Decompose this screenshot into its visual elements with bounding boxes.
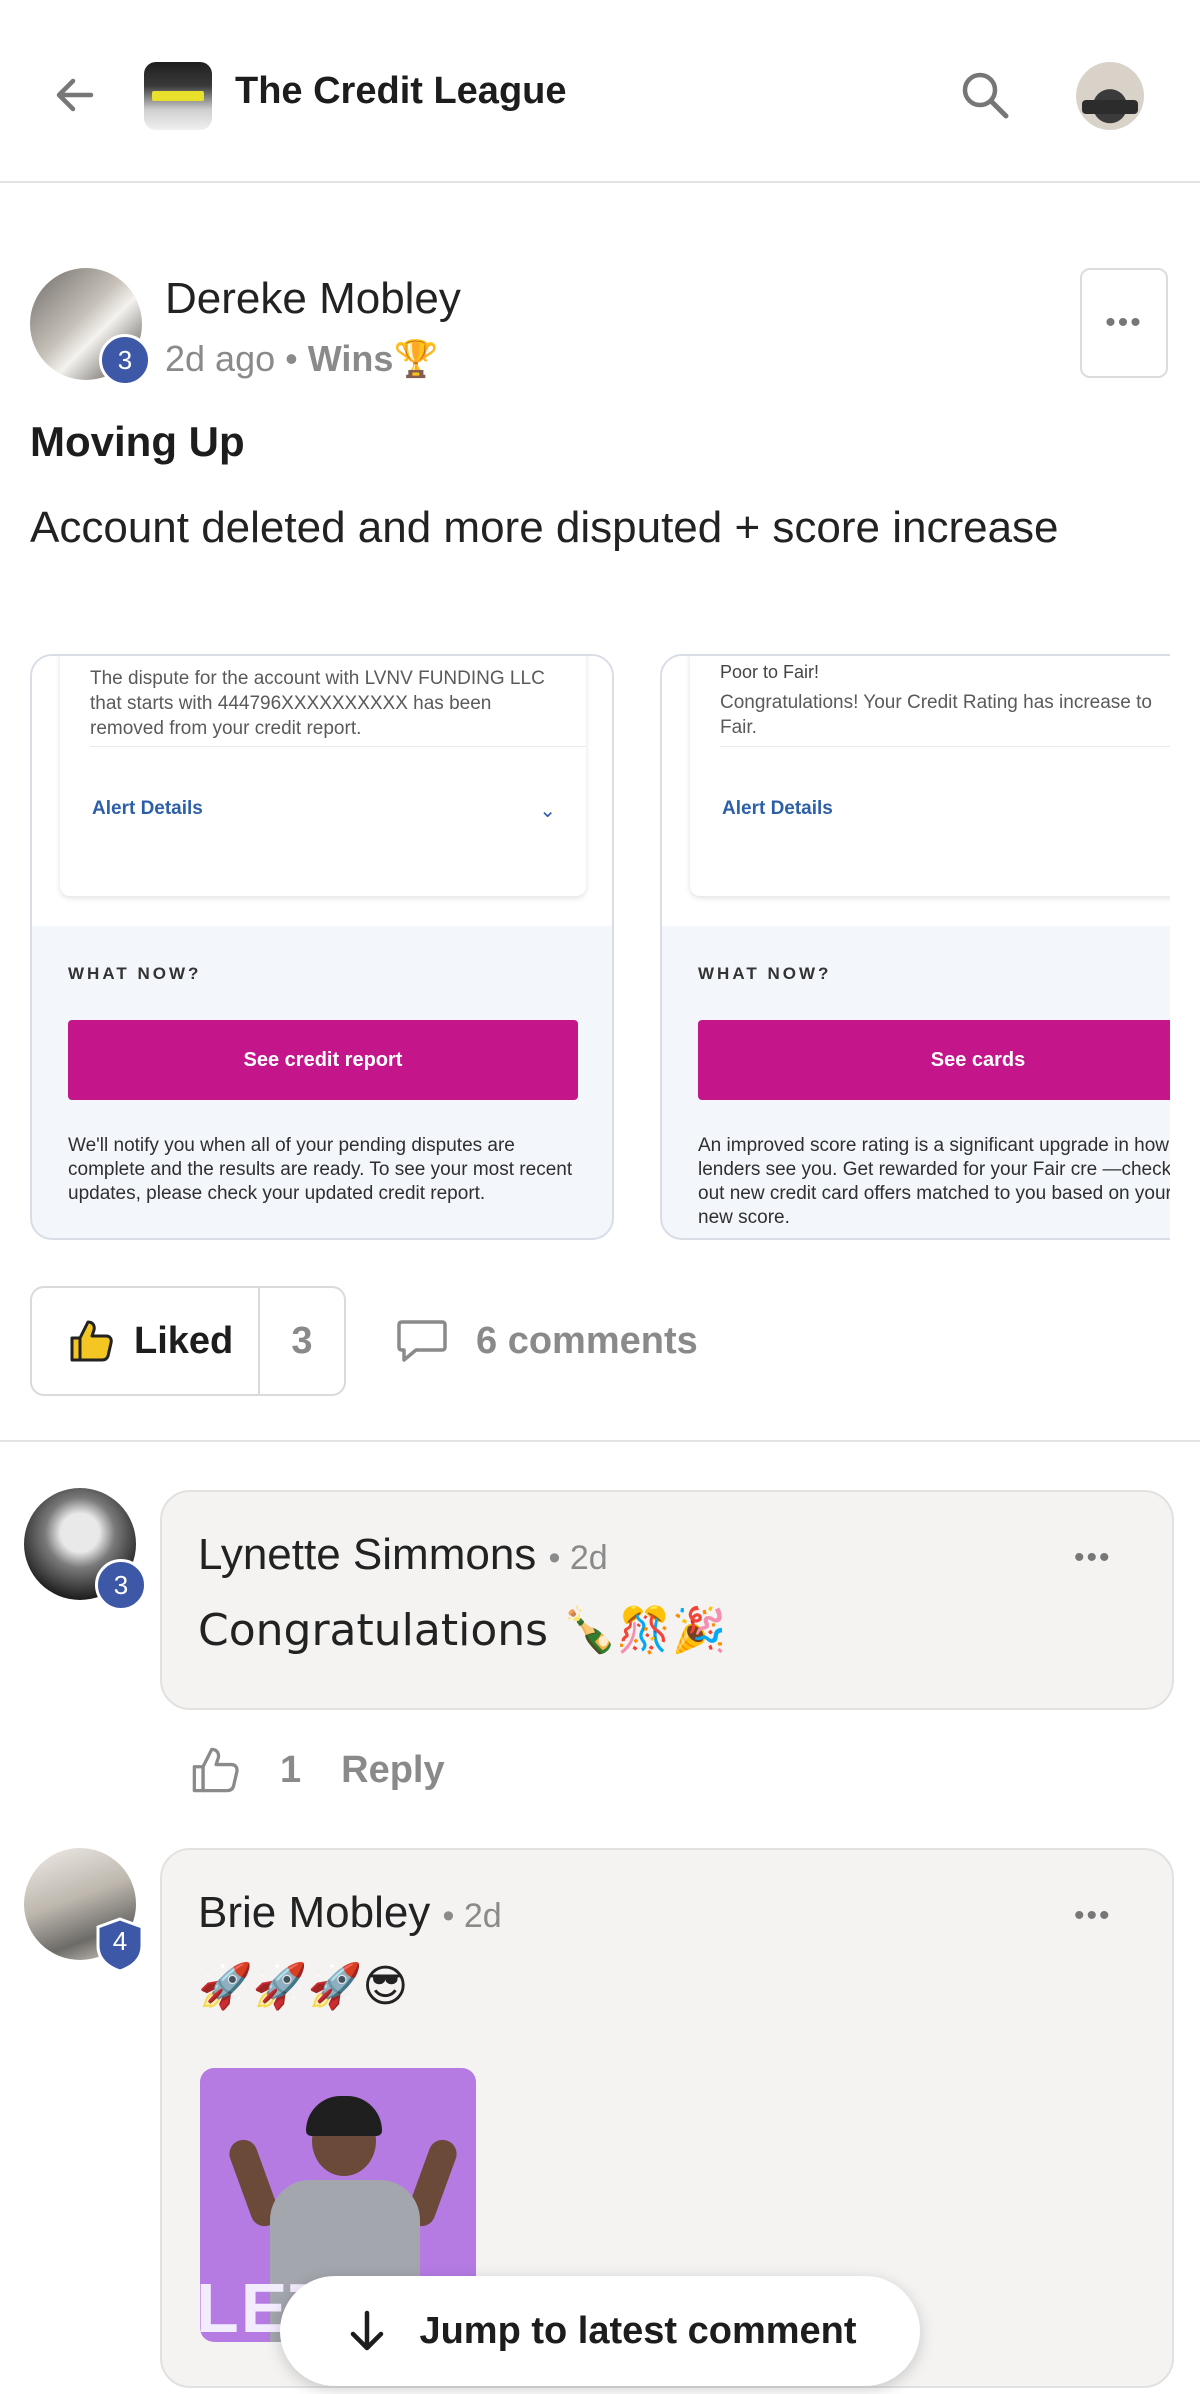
comment-more-button[interactable]: ••• bbox=[1074, 1899, 1112, 1933]
what-now-heading: WHAT NOW? bbox=[698, 964, 832, 983]
post-author-name[interactable]: Dereke Mobley bbox=[165, 274, 461, 324]
top-bar: The Credit League bbox=[0, 0, 1200, 183]
post-more-button[interactable]: ••• bbox=[1080, 268, 1168, 378]
liked-label: Liked bbox=[134, 1319, 234, 1362]
search-button[interactable] bbox=[950, 60, 1020, 130]
attachment-footer-text: We'll notify you when all of your pendin… bbox=[68, 1135, 573, 1204]
divider bbox=[90, 746, 586, 747]
comments-button[interactable]: 6 comments bbox=[396, 1310, 698, 1372]
comment-author-name[interactable]: Lynette Simmons • 2d bbox=[198, 1530, 608, 1580]
author-level-badge: 3 bbox=[99, 334, 151, 386]
post-title: Moving Up bbox=[30, 418, 245, 465]
jump-to-latest-comment-button[interactable]: Jump to latest comment bbox=[280, 2276, 920, 2386]
profile-avatar[interactable] bbox=[1076, 62, 1144, 130]
group-title[interactable]: The Credit League bbox=[235, 70, 567, 113]
post-meta: 2d ago • Wins🏆 bbox=[165, 338, 438, 380]
back-button[interactable] bbox=[40, 60, 110, 130]
like-count[interactable]: 3 bbox=[260, 1288, 344, 1394]
attachment-footer-text: An improved score rating is a significan… bbox=[698, 1135, 1170, 1228]
what-now-heading: WHAT NOW? bbox=[68, 964, 202, 983]
like-button[interactable]: Liked bbox=[32, 1288, 260, 1394]
comment-actions: 1 Reply bbox=[190, 1740, 445, 1800]
attachment-image-2[interactable]: Poor to Fair! Congratulations! Your Cred… bbox=[660, 654, 1170, 1240]
divider bbox=[720, 746, 1170, 747]
comment-author-level-badge: 3 bbox=[95, 1559, 147, 1611]
gif-beanie bbox=[306, 2096, 382, 2136]
comment-time: • 2d bbox=[442, 1897, 502, 1935]
chevron-down-icon: ⌄ bbox=[539, 800, 556, 822]
alert-details-link: Alert Details bbox=[92, 798, 203, 819]
thumbs-up-icon[interactable] bbox=[190, 1745, 240, 1795]
post-time: 2d ago bbox=[165, 338, 276, 379]
comments-count-label: 6 comments bbox=[476, 1319, 698, 1362]
alert-details-link: Alert Details bbox=[722, 798, 833, 819]
search-icon bbox=[962, 72, 1009, 119]
section-divider bbox=[0, 1440, 1200, 1442]
alert-card: Poor to Fair! Congratulations! Your Cred… bbox=[690, 656, 1170, 896]
comment-like-count[interactable]: 1 bbox=[280, 1749, 301, 1792]
alert-text: Congratulations! Your Credit Rating has … bbox=[720, 692, 1152, 738]
attachment-carousel[interactable]: The dispute for the account with LVNV FU… bbox=[30, 654, 1170, 1240]
see-cards-button: See cards bbox=[698, 1020, 1170, 1100]
group-logo-mark bbox=[152, 91, 204, 101]
thumbs-up-filled-icon bbox=[70, 1320, 113, 1362]
arrow-down-icon bbox=[351, 2310, 384, 2351]
reply-button[interactable]: Reply bbox=[341, 1749, 444, 1792]
comment-text: Congratulations 🍾🎊🎉 bbox=[198, 1605, 727, 1656]
comment-bubble bbox=[160, 1490, 1174, 1710]
alert-text: The dispute for the account with LVNV FU… bbox=[90, 668, 545, 739]
arrow-left-icon bbox=[56, 78, 94, 112]
attachment-image-1[interactable]: The dispute for the account with LVNV FU… bbox=[30, 654, 614, 1240]
group-logo[interactable] bbox=[144, 62, 212, 130]
comment-time: • 2d bbox=[548, 1539, 608, 1577]
post-category[interactable]: Wins bbox=[308, 338, 394, 379]
comment-text: 🚀🚀🚀😎 bbox=[198, 1961, 409, 2012]
comment-author-level: 4 bbox=[112, 1926, 128, 1956]
meta-separator: • bbox=[285, 338, 298, 379]
trophy-icon: 🏆 bbox=[393, 339, 439, 380]
jump-label: Jump to latest comment bbox=[419, 2309, 857, 2352]
see-credit-report-button: See credit report bbox=[68, 1020, 578, 1100]
like-group: Liked 3 bbox=[30, 1286, 346, 1396]
comment-more-button[interactable]: ••• bbox=[1074, 1541, 1112, 1575]
alert-heading: Poor to Fair! bbox=[720, 662, 820, 682]
comment-author-name[interactable]: Brie Mobley • 2d bbox=[198, 1888, 502, 1938]
comment-icon bbox=[397, 1320, 447, 1362]
comment-author[interactable]: Lynette Simmons bbox=[198, 1530, 536, 1579]
post-body: Account deleted and more disputed + scor… bbox=[30, 503, 1059, 552]
comment-author[interactable]: Brie Mobley bbox=[198, 1888, 430, 1937]
alert-card: The dispute for the account with LVNV FU… bbox=[60, 656, 586, 896]
